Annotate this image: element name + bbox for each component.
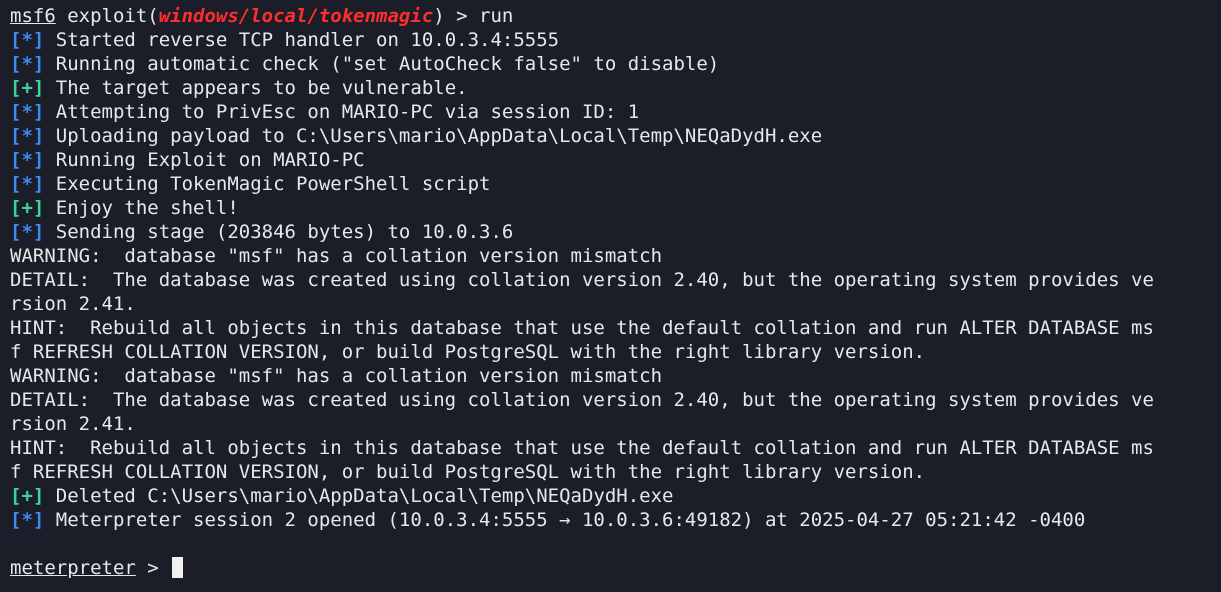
output-line: f REFRESH COLLATION VERSION, or build Po… (10, 340, 1211, 364)
output-line: [*] Sending stage (203846 bytes) to 10.0… (10, 220, 1211, 244)
output-line: [*] Executing TokenMagic PowerShell scri… (10, 172, 1211, 196)
meterpreter-prompt-line[interactable]: meterpreter > (10, 556, 1211, 580)
output-text: rsion 2.41. (10, 413, 136, 435)
terminal-output: msf6 exploit(windows/local/tokenmagic) >… (10, 4, 1211, 580)
success-tag: [+] (10, 485, 45, 507)
output-text: HINT: Rebuild all objects in this databa… (10, 437, 1154, 459)
success-tag: [+] (10, 77, 45, 99)
output-text: Attempting to PrivEsc on MARIO-PC via se… (44, 101, 640, 123)
output-text: Deleted C:\Users\mario\AppData\Local\Tem… (44, 485, 674, 507)
output-text: Uploading payload to C:\Users\mario\AppD… (44, 125, 823, 147)
output-line: HINT: Rebuild all objects in this databa… (10, 316, 1211, 340)
output-text: rsion 2.41. (10, 293, 136, 315)
output-line: rsion 2.41. (10, 412, 1211, 436)
output-line: [*] Running automatic check ("set AutoCh… (10, 52, 1211, 76)
output-text: f REFRESH COLLATION VERSION, or build Po… (10, 461, 926, 483)
output-text: Executing TokenMagic PowerShell script (44, 173, 491, 195)
output-text: Running automatic check ("set AutoCheck … (44, 53, 720, 75)
output-text: Enjoy the shell! (44, 197, 239, 219)
output-text: Meterpreter session 2 opened (10.0.3.4:5… (44, 509, 1086, 531)
terminal-window[interactable]: msf6 exploit(windows/local/tokenmagic) >… (0, 0, 1221, 592)
output-text: f REFRESH COLLATION VERSION, or build Po… (10, 341, 926, 363)
output-line: [*] Meterpreter session 2 opened (10.0.3… (10, 508, 1211, 532)
log-lines: [*] Started reverse TCP handler on 10.0.… (10, 28, 1211, 556)
output-text: DETAIL: The database was created using c… (10, 389, 1154, 411)
info-tag: [*] (10, 221, 45, 243)
typed-command: run (479, 5, 514, 27)
info-tag: [*] (10, 125, 45, 147)
output-line: DETAIL: The database was created using c… (10, 268, 1211, 292)
msf-prompt-name: msf6 (10, 5, 56, 27)
output-text: Started reverse TCP handler on 10.0.3.4:… (44, 29, 560, 51)
output-line: WARNING: database "msf" has a collation … (10, 244, 1211, 268)
output-text: Sending stage (203846 bytes) to 10.0.3.6 (44, 221, 514, 243)
output-line: [*] Attempting to PrivEsc on MARIO-PC vi… (10, 100, 1211, 124)
success-tag: [+] (10, 197, 45, 219)
info-tag: [*] (10, 173, 45, 195)
meterpreter-prompt-suffix: > (135, 557, 171, 579)
output-line: WARNING: database "msf" has a collation … (10, 364, 1211, 388)
output-line: [+] The target appears to be vulnerable. (10, 76, 1211, 100)
output-line: [*] Uploading payload to C:\Users\mario\… (10, 124, 1211, 148)
info-tag: [*] (10, 53, 45, 75)
msf-prompt-cmd-close: ) > (433, 5, 480, 27)
output-text: HINT: Rebuild all objects in this databa… (10, 317, 1154, 339)
msf-prompt-line: msf6 exploit(windows/local/tokenmagic) >… (10, 4, 1211, 28)
module-name: windows/local/tokenmagic (158, 5, 434, 27)
output-line: [*] Running Exploit on MARIO-PC (10, 148, 1211, 172)
output-text: The target appears to be vulnerable. (44, 77, 468, 99)
output-line: HINT: Rebuild all objects in this databa… (10, 436, 1211, 460)
info-tag: [*] (10, 149, 45, 171)
output-text: Running Exploit on MARIO-PC (44, 149, 365, 171)
output-line: [*] Started reverse TCP handler on 10.0.… (10, 28, 1211, 52)
info-tag: [*] (10, 101, 45, 123)
output-text: DETAIL: The database was created using c… (10, 269, 1154, 291)
output-line: [+] Enjoy the shell! (10, 196, 1211, 220)
info-tag: [*] (10, 29, 45, 51)
output-text: WARNING: database "msf" has a collation … (10, 245, 663, 267)
meterpreter-prompt-name: meterpreter (10, 557, 136, 579)
output-line: [+] Deleted C:\Users\mario\AppData\Local… (10, 484, 1211, 508)
info-tag: [*] (10, 509, 45, 531)
output-line: f REFRESH COLLATION VERSION, or build Po… (10, 460, 1211, 484)
msf-prompt-cmd-open: exploit( (55, 5, 159, 27)
output-line: rsion 2.41. (10, 292, 1211, 316)
output-text: WARNING: database "msf" has a collation … (10, 365, 663, 387)
cursor-block[interactable] (172, 557, 184, 578)
output-line: DETAIL: The database was created using c… (10, 388, 1211, 412)
